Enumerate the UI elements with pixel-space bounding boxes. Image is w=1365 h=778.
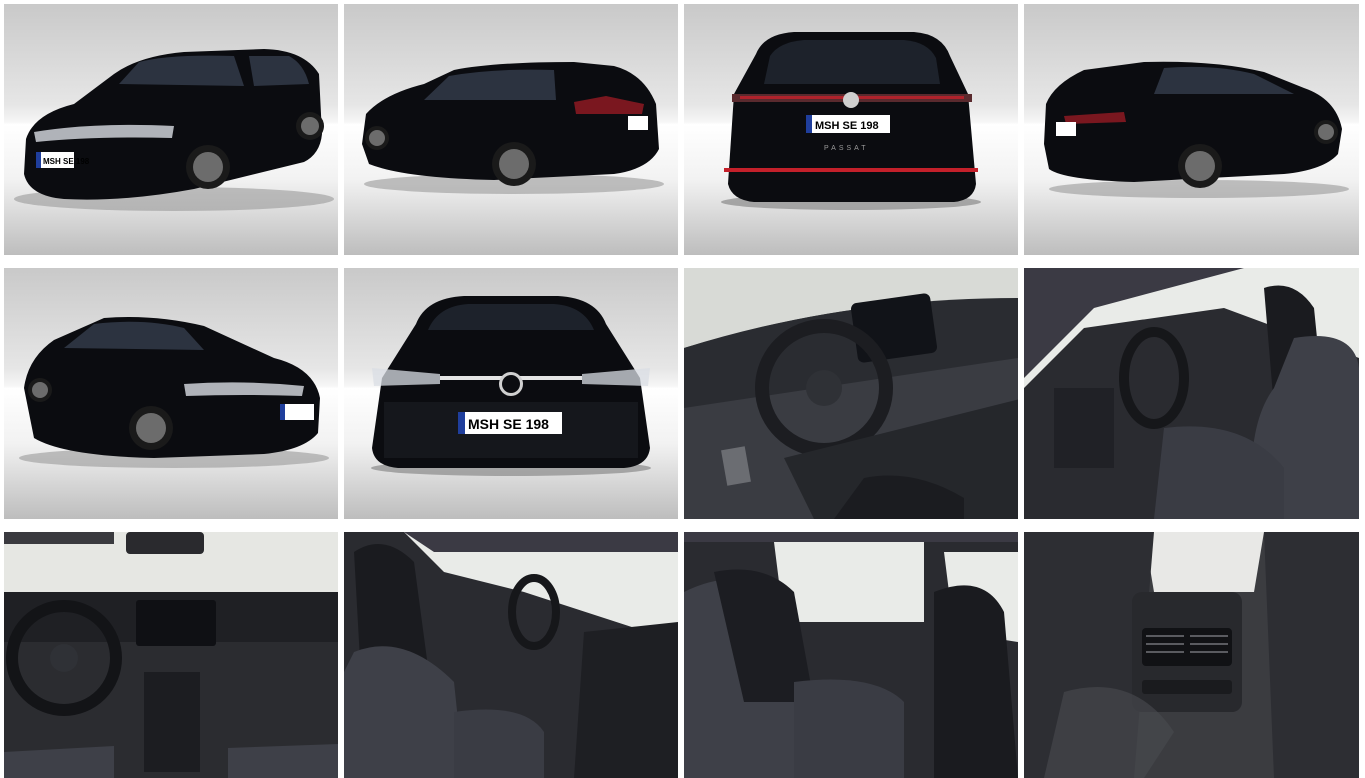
interior-front-seats-image — [344, 532, 678, 778]
interior-dashboard-image — [684, 268, 1018, 519]
photo-gallery: MSH SE 198 MSH SE 198 PASSAT MSH SE 198 — [0, 0, 1365, 778]
gallery-photo-front[interactable]: MSH SE 198 — [344, 268, 678, 519]
car-rear-right-image — [1044, 61, 1349, 198]
interior-driver-seat-image — [1024, 268, 1359, 519]
gallery-photo-rear-vents[interactable] — [1024, 532, 1359, 778]
gallery-photo-rear-right[interactable] — [1024, 4, 1359, 255]
interior-rear-seats-image — [684, 532, 1018, 778]
plate-text: MSH SE 198 — [815, 120, 879, 132]
interior-dashboard-rear-image — [4, 532, 338, 778]
gallery-photo-dashboard-rear[interactable] — [4, 532, 338, 778]
car-rear-left-image — [362, 62, 664, 194]
plate-text: MSH SE 198 — [468, 416, 549, 432]
gallery-photo-front-left[interactable]: MSH SE 198 — [4, 4, 338, 255]
plate-text: MSH SE 198 — [43, 157, 90, 166]
gallery-photo-front-seats[interactable] — [344, 532, 678, 778]
car-front-left-image: MSH SE 198 — [14, 49, 334, 211]
car-front-image: MSH SE 198 — [371, 296, 651, 476]
car-rear-image: MSH SE 198 PASSAT — [721, 32, 981, 210]
gallery-photo-rear-seats[interactable] — [684, 532, 1018, 778]
gallery-photo-front-right[interactable] — [4, 268, 338, 519]
car-front-right-image — [19, 317, 329, 468]
gallery-photo-driver-seat[interactable] — [1024, 268, 1359, 519]
interior-rear-vents-image — [1024, 532, 1359, 778]
gallery-photo-rear-left[interactable] — [344, 4, 678, 255]
gallery-photo-rear[interactable]: MSH SE 198 PASSAT — [684, 4, 1018, 255]
model-badge: PASSAT — [824, 145, 869, 152]
gallery-photo-dashboard[interactable] — [684, 268, 1018, 519]
